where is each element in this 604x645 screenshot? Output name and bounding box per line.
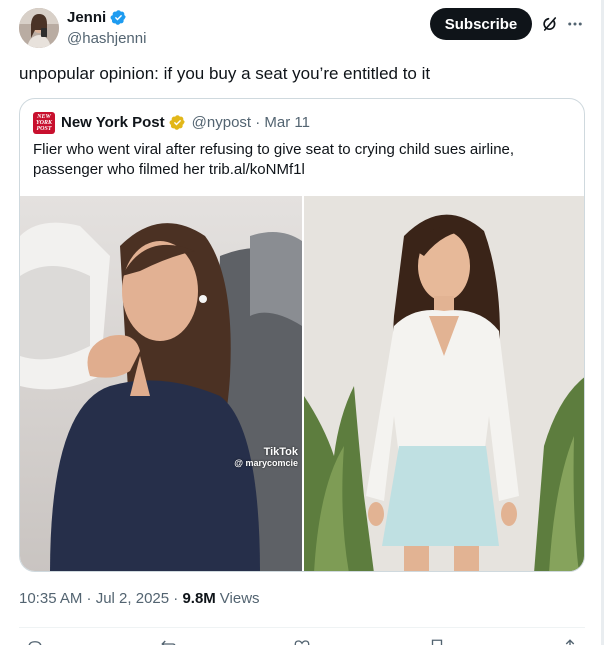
author-avatar[interactable] [19,8,59,48]
nypost-logo: NEW YORK POST [33,112,55,134]
tiktok-brand: TikTok [263,446,298,458]
photo-plane-passenger[interactable]: TikTok @ marycomcie [20,196,302,571]
author-name[interactable]: Jenni [67,9,106,26]
tiktok-username: @ marycomcie [234,458,298,468]
bookmark-icon[interactable] [427,638,447,645]
quoted-author-row: New York Post @nypost · Mar 11 [61,114,310,131]
post-meta: 10:35 AM · Jul 2, 2025 · 9.8M Views [19,590,260,607]
photo-standing-woman[interactable] [304,196,584,571]
quoted-text: Flier who went viral after refusing to g… [33,141,515,178]
quoted-post[interactable]: NEW YORK POST New York Post @nypost · Ma… [19,98,585,572]
author-handle[interactable]: @hashjenni [67,30,146,47]
post-timestamp[interactable]: 10:35 AM · Jul 2, 2025 · [19,590,182,607]
nypost-logo-text: NEW YORK POST [35,114,52,132]
share-icon[interactable] [560,638,580,645]
reply-icon[interactable] [25,638,45,645]
like-icon[interactable] [292,638,312,645]
views-label: Views [219,590,260,607]
views-count: 9.8M [182,590,216,607]
action-bar [19,634,585,645]
subscribe-button[interactable]: Subscribe [430,8,532,40]
tiktok-watermark: TikTok @ marycomcie [234,446,298,468]
author-name-row: Jenni [67,9,127,26]
quoted-author-name[interactable]: New York Post [61,114,165,131]
tweet-text: unpopular opinion: if you buy a seat you… [19,64,431,83]
divider [19,627,585,628]
verified-badge-icon [110,10,126,25]
quoted-handle-date: @nypost · Mar 11 [191,114,310,131]
grok-icon[interactable] [541,15,559,33]
repost-icon[interactable] [159,638,179,645]
verified-gold-badge-icon [169,115,185,130]
more-options-icon[interactable] [566,15,584,33]
quoted-media[interactable]: TikTok @ marycomcie [20,196,584,571]
